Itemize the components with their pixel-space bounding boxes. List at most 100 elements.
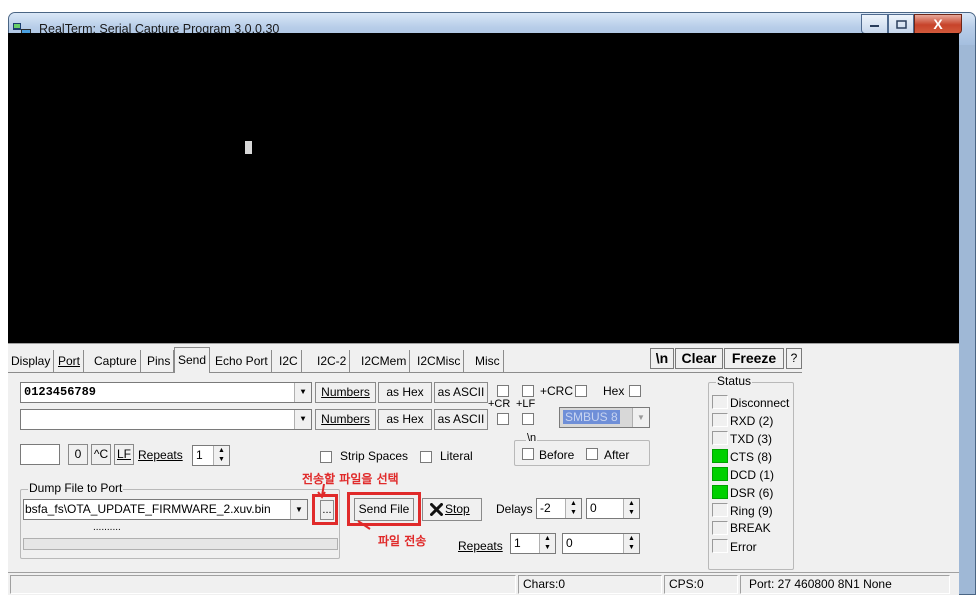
chevron-down-icon[interactable]: ▼ <box>294 383 311 402</box>
repeats-value: 1 <box>196 448 203 462</box>
status-label-disconnect[interactable]: Disconnect <box>730 396 789 410</box>
stop-button[interactable]: Stop <box>422 498 482 521</box>
before-label: Before <box>539 448 575 462</box>
before-checkbox[interactable] <box>522 448 534 460</box>
status-led-ring <box>712 503 728 517</box>
status-bar-empty-cell <box>10 575 516 594</box>
delay1-spinner[interactable]: -2 ▲ ▼ <box>536 498 582 519</box>
tab-display[interactable]: Display <box>8 350 55 372</box>
tab-send[interactable]: Send <box>174 347 211 373</box>
dump-file-group-label: Dump File to Port <box>28 481 124 495</box>
tab-i2cmisc[interactable]: I2CMisc <box>414 350 465 372</box>
status-bar-port: Port: 27 460800 8N1 None <box>740 575 950 594</box>
delay1-value: -2 <box>540 501 551 515</box>
status-label-dsr: DSR (6) <box>730 486 774 500</box>
status-led-dsr <box>712 485 728 499</box>
literal-checkbox[interactable] <box>420 451 432 463</box>
after-checkbox[interactable] <box>586 448 598 460</box>
chevron-down-icon[interactable]: ▼ <box>290 500 307 519</box>
dump-repeats1-value: 1 <box>514 536 521 550</box>
status-label-dcd: DCD (1) <box>730 468 774 482</box>
send-as-hex-button-1[interactable]: as Hex <box>378 382 432 403</box>
spin-arrows-icon[interactable]: ▲ ▼ <box>623 534 639 553</box>
chevron-down-icon[interactable]: ▼ <box>294 410 311 429</box>
send-lf-button[interactable]: LF <box>114 444 134 465</box>
newline-button[interactable]: \n <box>650 348 674 369</box>
spin-arrows-icon[interactable]: ▲ ▼ <box>565 499 581 518</box>
status-led-txd <box>712 431 728 445</box>
after-label: After <box>604 448 630 462</box>
status-label-error: Error <box>730 540 757 554</box>
status-led-error <box>712 539 728 553</box>
smbus-select[interactable]: SMBUS 8 ▼ <box>559 407 650 428</box>
tab-i2c-2[interactable]: I2C-2 <box>314 350 351 372</box>
tab-misc[interactable]: Misc <box>472 350 504 372</box>
plus-crc-label: +CRC <box>540 384 574 398</box>
chevron-down-icon[interactable]: ▼ <box>632 408 649 427</box>
tab-strip-border <box>8 372 802 373</box>
help-button[interactable]: ? <box>786 348 802 369</box>
plus-lf-label: +LF <box>516 398 536 410</box>
clear-button[interactable]: Clear <box>675 348 723 369</box>
status-label-break: BREAK <box>730 521 771 535</box>
plus-cr-label: +CR <box>488 398 511 410</box>
send-as-ascii-button-2[interactable]: as ASCII <box>434 409 488 430</box>
status-bar-chars: Chars:0 <box>518 575 662 594</box>
tab-i2c[interactable]: I2C <box>276 350 302 372</box>
send-ctrl-c-button[interactable]: ^C <box>91 444 111 465</box>
status-label-ring: Ring (9) <box>730 504 773 518</box>
send-as-hex-button-2[interactable]: as Hex <box>378 409 432 430</box>
terminal-display[interactable] <box>8 33 959 343</box>
close-icon: X <box>933 16 943 32</box>
tab-i2cmem[interactable]: I2CMem <box>358 350 411 372</box>
send-zero-button[interactable]: 0 <box>68 444 88 465</box>
stop-label: Stop <box>445 502 470 516</box>
plus-cr-checkbox-2[interactable] <box>497 413 509 425</box>
strip-spaces-checkbox[interactable] <box>320 451 332 463</box>
send-numbers-button-1[interactable]: Numbers <box>315 382 376 403</box>
tab-port[interactable]: Port <box>55 350 85 372</box>
stop-x-icon <box>430 503 443 516</box>
strip-spaces-label: Strip Spaces <box>340 449 409 463</box>
literal-label: Literal <box>440 449 473 463</box>
hex-checkbox[interactable] <box>629 385 641 397</box>
repeats-spinner[interactable]: 1 ▲ ▼ <box>192 445 230 466</box>
spin-arrows-icon[interactable]: ▲ ▼ <box>213 446 229 465</box>
dump-repeats-label: Repeats <box>458 539 503 553</box>
status-label-rxd: RXD (2) <box>730 414 774 428</box>
tab-echo-port[interactable]: Echo Port <box>212 350 272 372</box>
status-led-rxd <box>712 413 728 427</box>
plus-lf-checkbox-1[interactable] <box>522 385 534 397</box>
freeze-button[interactable]: Freeze <box>724 348 784 369</box>
send-numbers-button-2[interactable]: Numbers <box>315 409 376 430</box>
send-as-ascii-button-1[interactable]: as ASCII <box>434 382 488 403</box>
plus-cr-checkbox-1[interactable] <box>497 385 509 397</box>
dump-repeats2-spinner[interactable]: 0 ▲ ▼ <box>562 533 640 554</box>
minimize-icon <box>870 25 879 27</box>
terminal-cursor <box>245 141 252 154</box>
close-button[interactable]: X <box>914 14 962 34</box>
maximize-button[interactable] <box>888 14 914 34</box>
newline-group-label: \n <box>526 432 538 444</box>
spin-arrows-icon[interactable]: ▲ ▼ <box>539 534 555 553</box>
dump-file-combo[interactable]: bsfa_fs\OTA_UPDATE_FIRMWARE_2.xuv.bin ▼ <box>23 499 308 520</box>
dump-repeats1-spinner[interactable]: 1 ▲ ▼ <box>510 533 556 554</box>
send-line2-combo[interactable]: ▼ <box>20 409 312 430</box>
send-line1-value: 0123456789 <box>24 385 97 399</box>
delay2-spinner[interactable]: 0 ▲ ▼ <box>586 498 640 519</box>
status-bar: Chars:0 CPS:0 Port: 27 460800 8N1 None <box>8 572 959 595</box>
status-group-label: Status <box>716 374 753 388</box>
send-line1-combo[interactable]: 0123456789 ▼ <box>20 382 312 403</box>
plus-lf-checkbox-2[interactable] <box>522 413 534 425</box>
char-input[interactable] <box>20 444 60 465</box>
minimize-button[interactable] <box>861 14 888 34</box>
plus-crc-checkbox[interactable] <box>575 385 587 397</box>
spin-arrows-icon[interactable]: ▲ ▼ <box>623 499 639 518</box>
control-panel: Display Port Capture Pins Send Echo Port… <box>8 343 959 572</box>
tab-capture[interactable]: Capture <box>91 350 141 372</box>
smbus-value: SMBUS 8 <box>563 410 620 424</box>
tab-pins[interactable]: Pins <box>144 350 175 372</box>
status-led-break <box>712 521 728 535</box>
delay2-value: 0 <box>590 501 597 515</box>
repeats-label: Repeats <box>138 448 183 462</box>
